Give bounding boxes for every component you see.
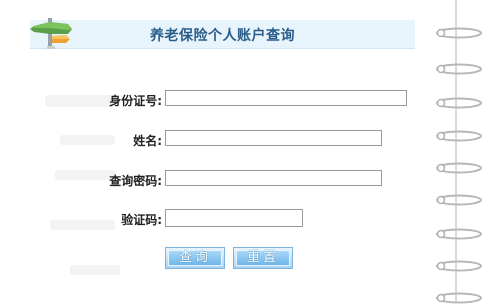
query-button[interactable]: 查询 xyxy=(165,247,225,269)
id-number-input[interactable] xyxy=(165,90,407,106)
page-title: 养老保险个人账户查询 xyxy=(150,28,295,44)
notebook-ring-icon xyxy=(436,194,482,206)
query-password-input[interactable] xyxy=(165,170,382,186)
query-button-label: 查询 xyxy=(178,250,211,265)
header-band: 养老保险个人账户查询 xyxy=(30,20,415,49)
notebook-ring-icon xyxy=(436,27,482,39)
reset-button[interactable]: 重置 xyxy=(233,247,293,269)
query-password-label: 查询密码: xyxy=(109,174,162,188)
notebook-ring-icon xyxy=(436,260,482,272)
name-label: 姓名: xyxy=(133,134,162,148)
query-page: 养老保险个人账户查询 身份证号: 姓名: 查询密码: 验证码: 查询 重置 xyxy=(0,0,491,304)
captcha-input[interactable] xyxy=(165,209,303,227)
notebook-ring-icon xyxy=(436,228,482,240)
notebook-ring-icon xyxy=(436,97,482,109)
notebook-ring-icon xyxy=(436,130,482,142)
notebook-ring-icon xyxy=(436,162,482,174)
captcha-label: 验证码: xyxy=(121,213,162,227)
signpost-icon xyxy=(28,16,74,50)
form-row-captcha: 验证码: xyxy=(60,209,420,229)
background-decoration xyxy=(70,265,120,275)
notebook-ring-icon xyxy=(436,292,482,304)
notebook-ring-icon xyxy=(436,63,482,75)
form-row-id: 身份证号: xyxy=(60,90,420,110)
name-input[interactable] xyxy=(165,130,382,146)
id-number-label: 身份证号: xyxy=(109,94,162,108)
binder-edge xyxy=(455,0,491,303)
form-row-name: 姓名: xyxy=(60,130,420,150)
form-row-password: 查询密码: xyxy=(60,170,420,190)
reset-button-label: 重置 xyxy=(246,250,279,265)
notebook-binder xyxy=(431,0,491,304)
